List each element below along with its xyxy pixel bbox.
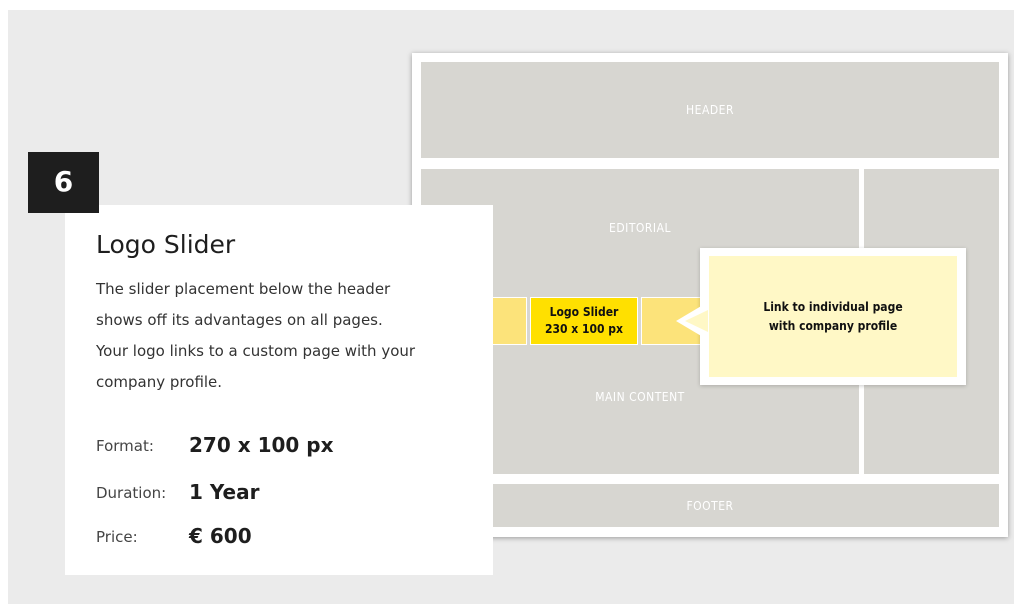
callout-line-2: with company profile (768, 318, 898, 333)
spec-format: Format: 270 x 100 px (96, 429, 476, 459)
header-block: HEADER (421, 62, 999, 158)
description-line: The slider placement below the header (96, 280, 391, 298)
spec-duration: Duration: 1 Year (96, 476, 476, 506)
footer-block: FOOTER (421, 484, 999, 527)
description-line: Your logo links to a custom page with yo… (96, 342, 416, 360)
logo-slider-slot: Logo Slider 230 x 100 px (530, 297, 638, 345)
callout-box: Link to individual page with company pro… (700, 248, 966, 385)
callout-pointer-icon (676, 302, 708, 340)
callout-content: Link to individual page with company pro… (709, 256, 957, 377)
callout-line-1: Link to individual page (763, 299, 903, 314)
spec-value: € 600 (189, 524, 252, 548)
spec-value: 270 x 100 px (189, 433, 334, 457)
card-title: Logo Slider (96, 230, 236, 259)
step-number-badge: 6 (28, 152, 99, 213)
card-description: The slider placement below the header sh… (96, 274, 476, 398)
logo-slider-size: 230 x 100 px (545, 322, 623, 336)
description-line: shows off its advantages on all pages. (96, 311, 383, 329)
spec-label: Duration: (96, 484, 167, 502)
slider-slot-left (492, 297, 527, 345)
spec-value: 1 Year (189, 480, 260, 504)
logo-slider-label: Logo Slider (549, 305, 619, 319)
spec-label: Format: (96, 437, 154, 455)
spec-label: Price: (96, 528, 138, 546)
spec-price: Price: € 600 (96, 520, 476, 550)
description-line: company profile. (96, 373, 223, 391)
